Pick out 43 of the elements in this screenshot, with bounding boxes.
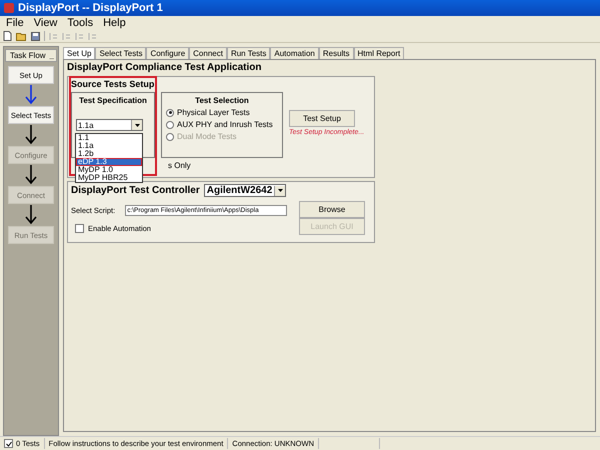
group-title: Source Tests Setup — [71, 79, 154, 89]
new-file-icon[interactable] — [3, 31, 12, 41]
dropdown-option[interactable]: MyDP 1.0 — [76, 166, 142, 174]
tab[interactable]: Configure — [146, 47, 190, 59]
tab[interactable]: Results — [318, 47, 354, 59]
tab[interactable]: Automation — [270, 47, 319, 59]
specification-dropdown[interactable]: 1.1a — [76, 119, 143, 131]
tab[interactable]: Run Tests — [226, 47, 270, 59]
option-label: s Only — [168, 161, 191, 170]
tab[interactable]: Set Up — [63, 47, 96, 59]
dropdown-option[interactable]: 1.2b — [76, 150, 142, 158]
group-title: DisplayPort Test Controller — [71, 185, 200, 196]
radio-option[interactable]: AUX PHY and Inrush Tests — [166, 120, 278, 129]
checkbox[interactable] — [75, 224, 84, 233]
app-icon — [4, 3, 14, 13]
tab[interactable]: Html Report — [354, 47, 404, 59]
radio-button[interactable] — [166, 108, 174, 116]
caret-icon — [134, 124, 140, 126]
menu-item[interactable]: Tools — [63, 17, 98, 29]
open-folder-icon[interactable] — [16, 32, 27, 40]
menu-item[interactable]: View — [30, 17, 62, 29]
dropdown-option[interactable]: eDP 1.3 — [76, 158, 142, 166]
dropdown-option[interactable]: 1.1a — [76, 142, 142, 150]
test-setup-button[interactable]: Test Setup — [289, 110, 355, 127]
tab[interactable]: Connect — [189, 47, 227, 59]
group-title: Test Selection — [194, 96, 250, 105]
window-title: DisplayPort -- DisplayPort 1 — [18, 2, 163, 14]
tab[interactable]: Select Tests — [95, 47, 146, 59]
menu-item[interactable]: File — [2, 17, 28, 29]
group-title: Test Specification — [78, 96, 148, 105]
dropdown-option[interactable]: 1.1 — [76, 134, 142, 142]
save-icon[interactable] — [31, 32, 40, 40]
caret-icon — [278, 189, 283, 192]
panel-heading: DisplayPort Compliance Test Application — [67, 62, 262, 73]
menu-item[interactable]: Help — [99, 17, 130, 29]
minimize-button[interactable]: _ — [48, 51, 56, 60]
controller-dropdown[interactable]: AgilentW2642 — [204, 184, 286, 197]
dropdown-option[interactable]: MyDP HBR25 — [76, 174, 142, 182]
checkbox[interactable] — [4, 439, 13, 448]
radio-button[interactable] — [166, 120, 174, 128]
panel-title: Task Flow — [10, 51, 46, 60]
browse-button[interactable]: Browse — [299, 201, 365, 218]
radio-option[interactable]: Physical Layer Tests — [166, 108, 278, 117]
